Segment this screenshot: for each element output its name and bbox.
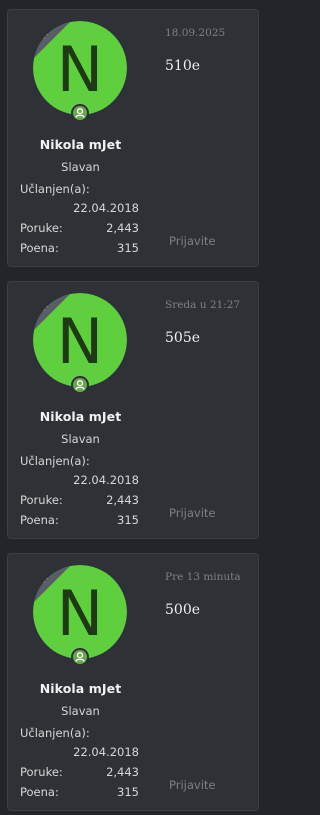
joined-label: Učlanjen(a): bbox=[20, 726, 90, 740]
report-link[interactable]: Prijavite bbox=[169, 506, 215, 520]
online-status-icon bbox=[71, 376, 89, 394]
avatar[interactable]: OP N bbox=[33, 293, 127, 387]
post-content: 505e bbox=[165, 330, 201, 346]
post-content: 510e bbox=[165, 58, 201, 74]
post-date[interactable]: 18.09.2025 bbox=[165, 27, 225, 39]
online-status-icon bbox=[71, 104, 89, 122]
avatar[interactable]: OP N bbox=[33, 21, 127, 115]
user-title: Slavan bbox=[61, 704, 100, 718]
username[interactable]: Nikola mJet bbox=[8, 137, 153, 152]
post-content: 500e bbox=[165, 602, 201, 618]
report-link[interactable]: Prijavite bbox=[169, 234, 215, 248]
joined-label: Učlanjen(a): bbox=[20, 454, 90, 468]
avatar-image: OP N bbox=[33, 565, 127, 659]
user-title: Slavan bbox=[61, 432, 100, 446]
post-card: OP N Nikola mJet Slavan Učlanjen(a): 22.… bbox=[7, 9, 259, 267]
avatar-letter: N bbox=[57, 33, 103, 106]
joined-value: 22.04.2018 bbox=[73, 473, 139, 487]
avatar-letter: N bbox=[57, 305, 103, 378]
post-feed: OP N Nikola mJet Slavan Učlanjen(a): 22.… bbox=[0, 0, 259, 815]
points-value: 315 bbox=[117, 241, 139, 255]
messages-value: 2,443 bbox=[106, 765, 139, 779]
joined-value: 22.04.2018 bbox=[73, 201, 139, 215]
avatar-image: OP N bbox=[33, 293, 127, 387]
post-card: OP N Nikola mJet Slavan Učlanjen(a): 22.… bbox=[7, 553, 259, 811]
post-date[interactable]: Sreda u 21:27 bbox=[165, 299, 240, 311]
online-status-icon bbox=[71, 648, 89, 666]
report-link[interactable]: Prijavite bbox=[169, 778, 215, 792]
points-value: 315 bbox=[117, 785, 139, 799]
avatar[interactable]: OP N bbox=[33, 565, 127, 659]
user-title: Slavan bbox=[61, 160, 100, 174]
avatar-image: OP N bbox=[33, 21, 127, 115]
post-date[interactable]: Pre 13 minuta bbox=[165, 571, 241, 583]
post-card: OP N Nikola mJet Slavan Učlanjen(a): 22.… bbox=[7, 281, 259, 539]
username[interactable]: Nikola mJet bbox=[8, 409, 153, 424]
joined-label: Učlanjen(a): bbox=[20, 182, 90, 196]
points-value: 315 bbox=[117, 513, 139, 527]
joined-value: 22.04.2018 bbox=[73, 745, 139, 759]
messages-value: 2,443 bbox=[106, 493, 139, 507]
avatar-letter: N bbox=[57, 577, 103, 650]
messages-value: 2,443 bbox=[106, 221, 139, 235]
username[interactable]: Nikola mJet bbox=[8, 681, 153, 696]
